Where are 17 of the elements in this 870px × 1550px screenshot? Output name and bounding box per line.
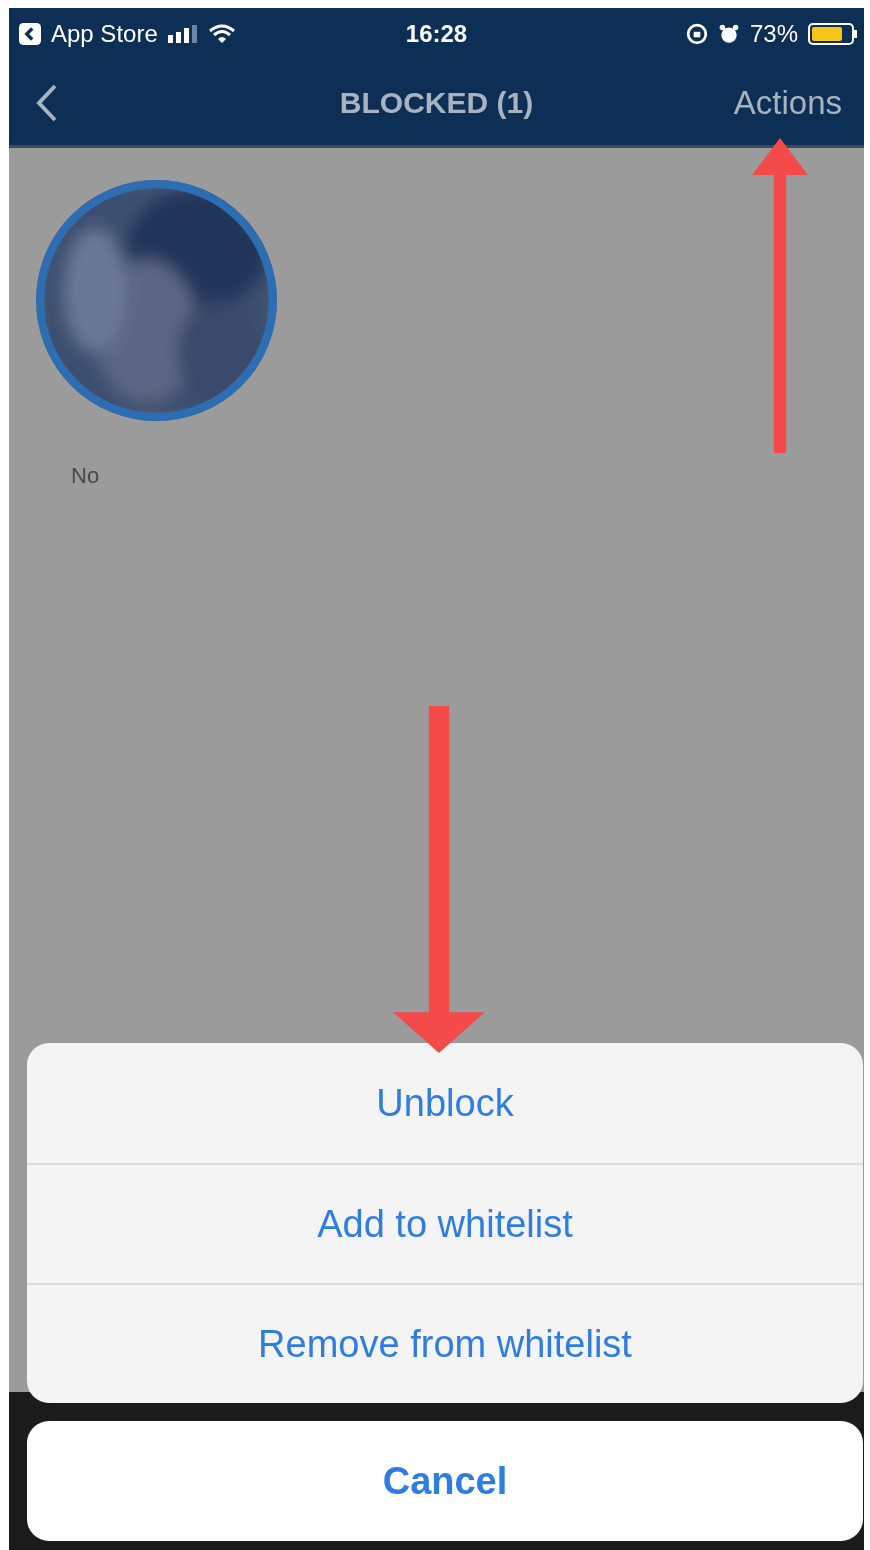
rotation-lock-icon (685, 23, 708, 45)
wifi-icon (207, 24, 236, 44)
nav-title: BLOCKED (1) (339, 85, 534, 120)
action-sheet-option[interactable]: Add to whitelist (27, 1163, 863, 1283)
action-sheet-option[interactable]: Unblock (27, 1043, 863, 1163)
battery-percent: 73% (749, 20, 798, 48)
user-subtitle: No (71, 463, 100, 489)
battery-icon (808, 23, 858, 45)
back-icon[interactable] (35, 82, 59, 123)
status-time: 16:28 (405, 20, 468, 48)
cancel-button[interactable]: Cancel (27, 1421, 863, 1541)
alarm-icon (717, 23, 740, 45)
back-app-icon[interactable] (19, 23, 41, 45)
back-app-label[interactable]: App Store (51, 20, 158, 48)
signal-icon (167, 25, 198, 43)
actions-button[interactable]: Actions (733, 83, 842, 122)
action-sheet-option[interactable]: Remove from whitelist (27, 1283, 863, 1403)
